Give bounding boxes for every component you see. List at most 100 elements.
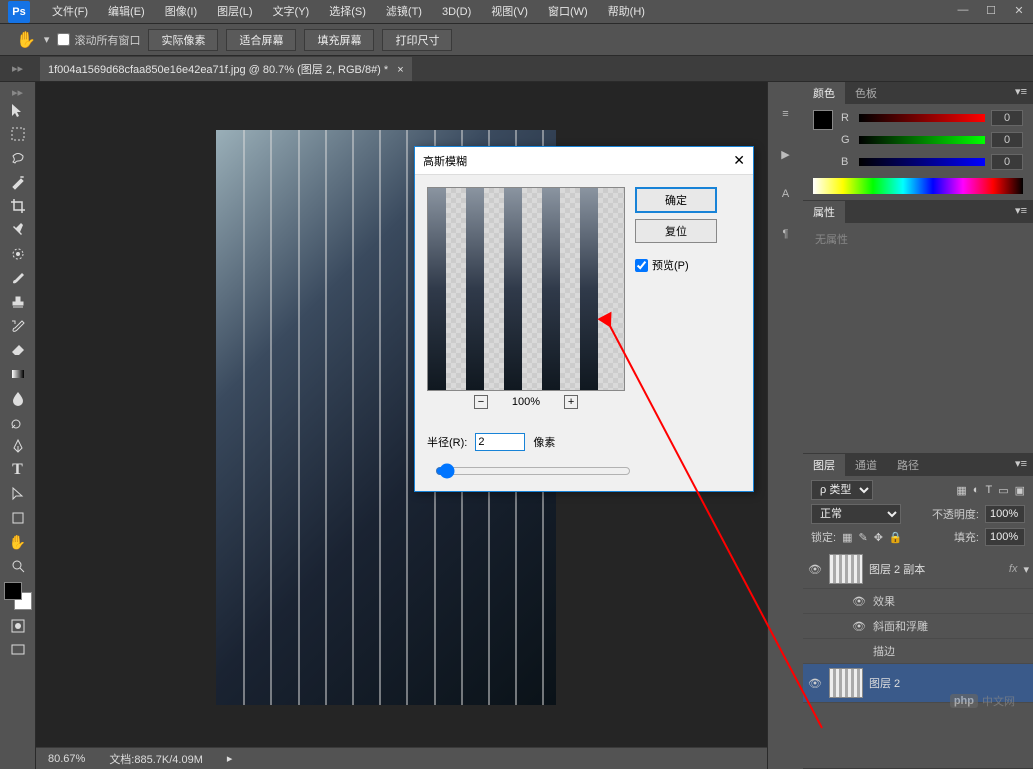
blur-tool-icon[interactable] xyxy=(4,387,32,409)
visibility-icon[interactable]: 👁 xyxy=(851,620,867,633)
layer-kind-select[interactable]: ρ 类型 xyxy=(811,480,873,500)
lock-all-icon[interactable]: 🔒 xyxy=(889,531,903,544)
layer-stroke-row[interactable]: 描边 xyxy=(803,639,1033,664)
menu-select[interactable]: 选择(S) xyxy=(319,0,376,24)
lasso-tool-icon[interactable] xyxy=(4,147,32,169)
tab-swatches[interactable]: 色板 xyxy=(845,82,887,104)
preview-checkbox-input[interactable] xyxy=(635,259,648,272)
move-tool-icon[interactable] xyxy=(4,99,32,121)
layer-effects-row[interactable]: 👁 效果 xyxy=(803,589,1033,614)
menu-type[interactable]: 文字(Y) xyxy=(263,0,320,24)
dialog-preview[interactable] xyxy=(427,187,625,391)
layer-bevel-row[interactable]: 👁 斜面和浮雕 xyxy=(803,614,1033,639)
tab-layers[interactable]: 图层 xyxy=(803,454,845,476)
patch-tool-icon[interactable] xyxy=(4,243,32,265)
filter-shape-icon[interactable]: ▭ xyxy=(998,484,1008,497)
close-icon[interactable]: ✕ xyxy=(1005,0,1033,20)
tab-channels[interactable]: 通道 xyxy=(845,454,887,476)
menu-layer[interactable]: 图层(L) xyxy=(207,0,262,24)
menu-3d[interactable]: 3D(D) xyxy=(432,0,481,24)
dialog-title-bar[interactable]: 高斯模糊 ✕ xyxy=(415,147,753,175)
zoom-in-button[interactable]: + xyxy=(564,395,578,409)
ok-button[interactable]: 确定 xyxy=(635,187,717,213)
menu-window[interactable]: 窗口(W) xyxy=(538,0,598,24)
stamp-tool-icon[interactable] xyxy=(4,291,32,313)
fill-screen-button[interactable]: 填充屏幕 xyxy=(304,29,374,51)
expand-fx-icon[interactable]: ▾ xyxy=(1023,563,1029,576)
pen-tool-icon[interactable] xyxy=(4,435,32,457)
status-zoom[interactable]: 80.67% xyxy=(48,753,85,765)
minimize-icon[interactable]: — xyxy=(949,0,977,20)
scroll-all-input[interactable] xyxy=(57,33,70,46)
scroll-all-checkbox[interactable]: 滚动所有窗口 xyxy=(57,32,140,48)
status-expand-icon[interactable]: ▸ xyxy=(227,752,233,765)
menu-help[interactable]: 帮助(H) xyxy=(598,0,655,24)
actual-pixels-button[interactable]: 实际像素 xyxy=(148,29,218,51)
b-slider[interactable] xyxy=(859,158,985,166)
quickmask-tool-icon[interactable] xyxy=(4,615,32,637)
layer-thumbnail[interactable] xyxy=(829,668,863,698)
marquee-tool-icon[interactable] xyxy=(4,123,32,145)
g-slider[interactable] xyxy=(859,136,985,144)
visibility-icon[interactable]: 👁 xyxy=(851,595,867,608)
path-select-tool-icon[interactable] xyxy=(4,483,32,505)
menu-file[interactable]: 文件(F) xyxy=(42,0,98,24)
lock-transparent-icon[interactable]: ▦ xyxy=(842,531,852,544)
layers-panel-menu-icon[interactable]: ▾≡ xyxy=(1009,454,1033,476)
close-tab-icon[interactable]: × xyxy=(397,64,403,76)
eyedropper-tool-icon[interactable] xyxy=(4,219,32,241)
gradient-tool-icon[interactable] xyxy=(4,363,32,385)
expand-handle[interactable]: ▸▸ xyxy=(12,62,23,75)
eraser-tool-icon[interactable] xyxy=(4,339,32,361)
dodge-tool-icon[interactable] xyxy=(4,411,32,433)
color-panel-menu-icon[interactable]: ▾≡ xyxy=(1009,82,1033,104)
hand-tool-icon2[interactable]: ✋ xyxy=(4,531,32,553)
filter-type-icon[interactable]: T xyxy=(985,484,992,496)
toolbox-handle[interactable]: ▸▸ xyxy=(0,86,35,98)
filter-pixel-icon[interactable]: ▦ xyxy=(956,484,966,497)
document-tab[interactable]: 1f004a1569d68cfaa850e16e42ea71f.jpg @ 80… xyxy=(40,57,412,81)
menu-image[interactable]: 图像(I) xyxy=(155,0,207,24)
screenmode-tool-icon[interactable] xyxy=(4,639,32,661)
history-panel-icon[interactable]: ≡ xyxy=(774,102,798,126)
tab-properties[interactable]: 属性 xyxy=(803,201,845,223)
visibility-icon[interactable]: 👁 xyxy=(807,563,823,576)
tab-paths[interactable]: 路径 xyxy=(887,454,929,476)
character-panel-icon[interactable]: A xyxy=(774,182,798,206)
lock-position-icon[interactable]: ✥ xyxy=(874,531,883,544)
fill-input[interactable] xyxy=(985,528,1025,546)
zoom-out-button[interactable]: − xyxy=(474,395,488,409)
fx-badge[interactable]: fx xyxy=(1009,563,1018,575)
menu-edit[interactable]: 编辑(E) xyxy=(98,0,155,24)
filter-smart-icon[interactable]: ▣ xyxy=(1015,484,1025,497)
status-doc[interactable]: 文档:885.7K/4.09M xyxy=(109,751,203,767)
panel-fg-swatch[interactable] xyxy=(813,110,833,130)
color-spectrum[interactable] xyxy=(813,178,1023,194)
opacity-input[interactable] xyxy=(985,505,1025,523)
type-tool-icon[interactable]: T xyxy=(4,459,32,481)
zoom-tool-icon[interactable] xyxy=(4,555,32,577)
wand-tool-icon[interactable] xyxy=(4,171,32,193)
layer-thumbnail[interactable] xyxy=(829,554,863,584)
r-value[interactable] xyxy=(991,110,1023,126)
filter-adjust-icon[interactable]: ◐ xyxy=(973,484,980,496)
radius-slider[interactable] xyxy=(435,463,631,479)
dialog-close-icon[interactable]: ✕ xyxy=(733,152,745,169)
tab-color[interactable]: 颜色 xyxy=(803,82,845,104)
preview-checkbox[interactable]: 预览(P) xyxy=(635,257,717,273)
crop-tool-icon[interactable] xyxy=(4,195,32,217)
radius-input[interactable] xyxy=(475,433,525,451)
blend-mode-select[interactable]: 正常 xyxy=(811,504,901,524)
color-swatch[interactable] xyxy=(4,582,32,610)
g-value[interactable] xyxy=(991,132,1023,148)
b-value[interactable] xyxy=(991,154,1023,170)
properties-panel-menu-icon[interactable]: ▾≡ xyxy=(1009,201,1033,223)
actions-panel-icon[interactable]: ▶ xyxy=(774,142,798,166)
paragraph-panel-icon[interactable]: ¶ xyxy=(774,222,798,246)
fit-screen-button[interactable]: 适合屏幕 xyxy=(226,29,296,51)
print-size-button[interactable]: 打印尺寸 xyxy=(382,29,452,51)
menu-view[interactable]: 视图(V) xyxy=(481,0,538,24)
menu-filter[interactable]: 滤镜(T) xyxy=(376,0,432,24)
layer-item[interactable]: 👁 图层 2 副本 fx ▾ xyxy=(803,550,1033,589)
r-slider[interactable] xyxy=(859,114,985,122)
